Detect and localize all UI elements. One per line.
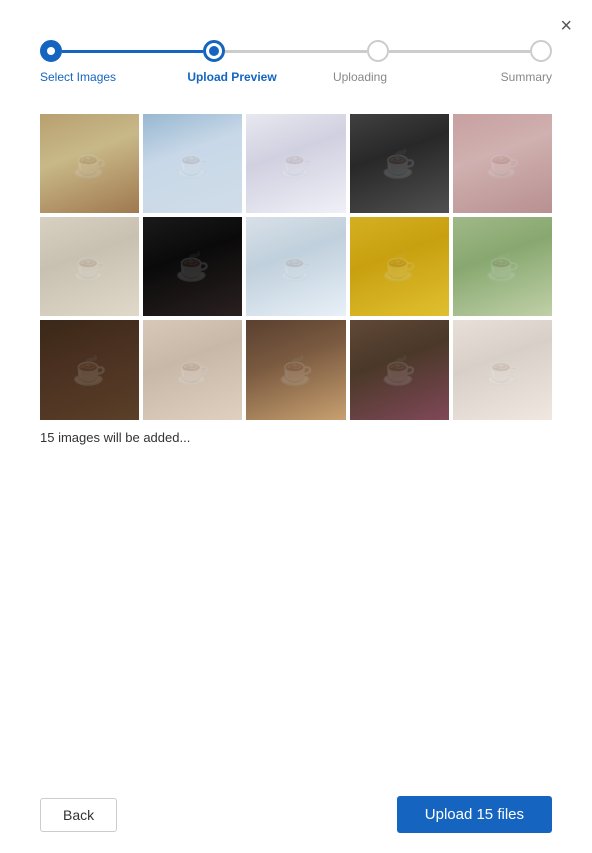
- step-label-uploading: Uploading: [296, 70, 424, 84]
- image-cell-5: ☕: [453, 114, 552, 213]
- stepper-track: [40, 40, 552, 62]
- step-circle-summary: [530, 40, 552, 62]
- back-button[interactable]: Back: [40, 798, 117, 832]
- bottom-bar: Back Upload 15 files: [0, 776, 592, 853]
- image-cell-11: ☕: [40, 320, 139, 419]
- image-cell-12: ☕: [143, 320, 242, 419]
- image-cell-15: ☕: [453, 320, 552, 419]
- step-line-2: [225, 50, 366, 53]
- step-label-select-images: Select Images: [40, 70, 168, 84]
- image-cell-8: ☕: [246, 217, 345, 316]
- image-grid: ☕☕☕☕☕☕☕☕☕☕☕☕☕☕☕: [40, 114, 552, 420]
- step-label-summary: Summary: [424, 70, 552, 84]
- image-cell-1: ☕: [40, 114, 139, 213]
- step-label-upload-preview: Upload Preview: [168, 70, 296, 84]
- step-circle-select-images: [40, 40, 62, 62]
- step-circle-upload-preview: [203, 40, 225, 62]
- image-cell-3: ☕: [246, 114, 345, 213]
- image-cell-7: ☕: [143, 217, 242, 316]
- image-cell-2: ☕: [143, 114, 242, 213]
- image-grid-container: ☕☕☕☕☕☕☕☕☕☕☕☕☕☕☕: [0, 104, 592, 420]
- stepper: Select Images Upload Preview Uploading S…: [0, 0, 592, 104]
- image-cell-9: ☕: [350, 217, 449, 316]
- close-button[interactable]: ×: [560, 16, 572, 36]
- stepper-labels: Select Images Upload Preview Uploading S…: [40, 70, 552, 84]
- step-circle-uploading: [367, 40, 389, 62]
- step-line-3: [389, 50, 530, 53]
- image-cell-6: ☕: [40, 217, 139, 316]
- step-line-1: [62, 50, 203, 53]
- status-text: 15 images will be added...: [0, 420, 592, 445]
- upload-dialog: × Select Images Upload Preview Uploading: [0, 0, 592, 853]
- image-cell-14: ☕: [350, 320, 449, 419]
- image-cell-13: ☕: [246, 320, 345, 419]
- upload-button[interactable]: Upload 15 files: [397, 796, 552, 833]
- image-cell-10: ☕: [453, 217, 552, 316]
- image-cell-4: ☕: [350, 114, 449, 213]
